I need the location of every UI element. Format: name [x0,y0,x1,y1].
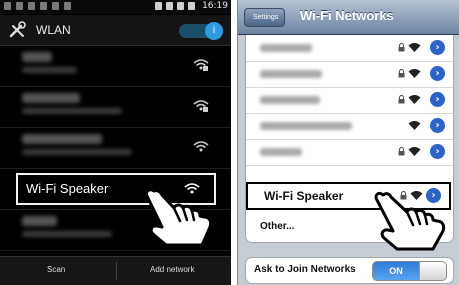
switch-state: ON [373,262,419,280]
network-name: Wi-Fi Speaker [26,181,109,196]
network-name-obscured [260,122,352,130]
wifi-icon [408,69,421,78]
network-item-wifi-speaker[interactable]: Wi-Fi Speaker [16,173,216,205]
network-item[interactable] [0,128,231,169]
network-name-obscured [260,96,320,104]
settings-back-button[interactable]: Settings [244,8,286,27]
page-title: WLAN [36,23,71,37]
detail-disclosure-icon[interactable]: › [430,92,445,107]
network-name-obscured [22,216,57,226]
wifi-lock-icon [193,59,209,71]
ios-wifi-networks-screen: Settings Wi-Fi Networks › › › › › Other.… [237,0,459,285]
wlan-toggle[interactable]: i [179,22,223,40]
network-name-obscured [22,93,80,103]
wifi-icon [408,95,421,104]
navigation-bar: Settings Wi-Fi Networks [238,0,459,35]
network-row[interactable]: › [246,139,453,166]
lock-icon [400,191,407,200]
network-name: Wi-Fi Speaker [264,189,344,203]
network-list: › › › › › Other... [245,35,454,243]
ask-to-join-switch[interactable]: ON [372,261,447,281]
system-icons [155,2,195,10]
wifi-icon [184,183,200,194]
notification-icons [4,2,71,10]
network-item[interactable] [0,46,231,87]
ask-to-join-label: Ask to Join Networks [254,264,356,275]
wifi-icon [408,147,421,156]
lock-icon [398,69,405,78]
network-status-obscured [22,108,122,114]
wifi-icon [408,43,421,52]
network-status-obscured [22,67,77,73]
lock-icon [398,43,405,52]
network-name-obscured [260,70,322,78]
network-item[interactable] [0,210,231,251]
android-wlan-screen: 16:19 WLAN i Wi-Fi Speaker Scan Add netw… [0,0,231,285]
network-row[interactable]: › [246,61,453,88]
status-bar: 16:19 [0,0,231,14]
network-status-obscured [22,149,132,155]
network-row[interactable]: › [246,113,453,140]
wifi-icon [410,191,423,200]
divider [116,262,117,280]
detail-disclosure-icon[interactable]: › [430,40,445,55]
detail-disclosure-icon[interactable]: › [426,188,441,203]
other-network-label: Other... [260,221,295,232]
network-status-obscured [22,231,112,237]
page-title: Wi-Fi Networks [300,8,394,23]
info-icon: i [205,22,223,40]
lock-icon [398,147,405,156]
add-network-button[interactable]: Add network [150,265,194,274]
detail-disclosure-icon[interactable]: › [430,144,445,159]
scan-button[interactable]: Scan [47,265,65,274]
settings-tools-icon [9,21,26,38]
switch-knob [419,262,446,280]
network-row-wifi-speaker[interactable]: Wi-Fi Speaker › [246,182,451,210]
wifi-lock-icon [193,100,209,112]
network-item[interactable] [0,87,231,128]
status-time: 16:19 [202,1,228,11]
wifi-icon [193,141,209,152]
detail-disclosure-icon[interactable]: › [430,66,445,81]
wlan-header: WLAN i [0,15,231,46]
detail-disclosure-icon[interactable]: › [430,118,445,133]
ask-to-join-row: Ask to Join Networks ON [245,257,454,284]
bottom-bar: Scan Add network [0,256,231,285]
lock-icon [398,95,405,104]
network-row[interactable]: › [246,87,453,114]
network-row[interactable]: › [246,35,453,62]
network-name-obscured [260,148,302,156]
wifi-icon [408,121,421,130]
network-name-obscured [260,44,312,52]
network-list [0,46,231,251]
network-row-other[interactable]: Other... [246,216,453,242]
network-name-obscured [22,52,52,62]
network-name-obscured [22,134,102,144]
